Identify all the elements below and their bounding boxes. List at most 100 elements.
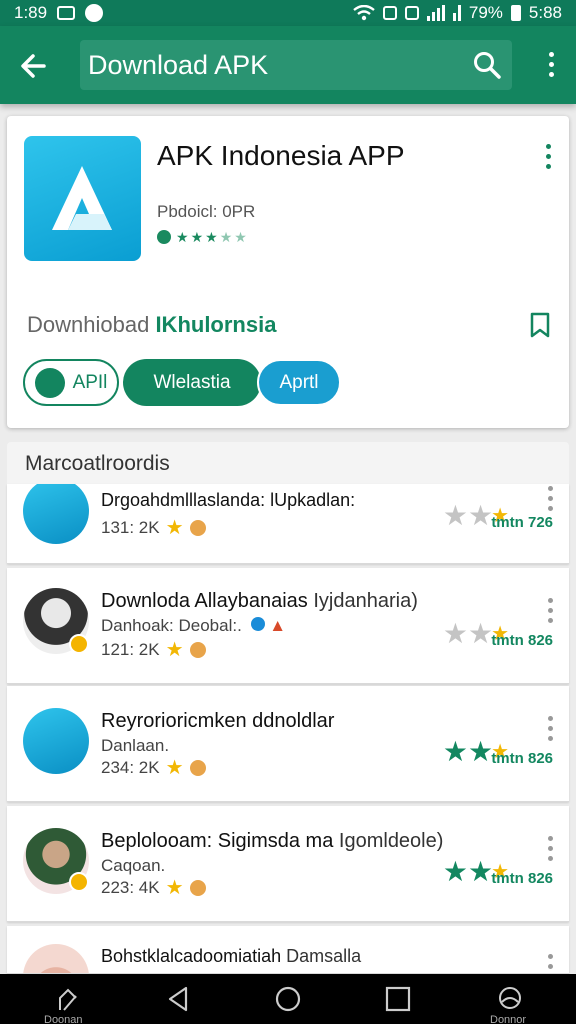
item-title: Beplolooam: Sigimsda ma Igomldeole) [101,830,443,853]
flame-icon: ▲ [269,616,287,635]
signal-icon [426,5,445,21]
badge-icon [69,634,89,654]
badge-icon [69,872,89,892]
photo-notification-icon [57,6,76,20]
star-icon: ★ [165,517,184,539]
item-title-suffix: Iyjdanharia) [313,590,418,612]
item-subtitle: Caqoan. [101,856,166,875]
search-icon[interactable] [472,50,502,80]
list-item[interactable]: Bohstklalcadoomiatiah Damsalla [7,926,569,974]
system-nav-bar: Doonan Donnor [0,974,576,1024]
search-field[interactable]: Download APK [80,40,512,90]
app-card-menu-icon[interactable] [546,144,551,169]
status-clock: 5:88 [528,3,562,22]
apk-chip[interactable]: APIl [23,359,119,406]
nav-left-label: Doonan [44,1014,83,1024]
download-label: Downhiobad IKhulornsia [27,312,276,338]
account-nav-icon[interactable] [490,984,530,1014]
item-score: tmtn 826 [491,870,553,887]
recents-nav-icon[interactable] [378,984,418,1014]
category-chip-label: Wlelastia [153,371,231,393]
list-item[interactable]: Drgoahdmlllaslanda: lUpkadlan: 131: 2K ★… [7,484,569,564]
item-menu-icon[interactable] [548,486,553,511]
item-title: Downloda Allaybanaias Iyjdanharia) [101,590,418,613]
list-item[interactable]: Reyrorioricmken ddnoldlar Danlaan. 234: … [7,686,569,802]
item-meta: 121: 2K ★ [101,640,206,660]
item-title-suffix: Damsalla [286,946,362,966]
item-score: tmtn 826 [491,632,553,649]
item-subtitle: Danhoak: Deobal:. ▲ [101,616,286,636]
item-title-main: Downloda Allaybanaias [101,590,308,612]
download-accent: IKhulornsia [155,312,277,337]
item-menu-icon[interactable] [548,598,553,623]
star-icon: ★ [467,500,494,531]
list-item[interactable]: Downloda Allaybanaias Iyjdanharia) Danho… [7,568,569,684]
item-meta: 131: 2K ★ [101,518,206,538]
star-icon: ★ [234,229,247,245]
star-icon: ★ [442,736,468,767]
item-subtitle-text: Danhoak: Deobal:. [101,616,242,635]
back-nav-icon[interactable] [158,984,198,1014]
star-icon: ★ [442,500,468,531]
star-icon: ★ [165,877,184,899]
star-icon: ★ [205,229,218,245]
star-icon: ★ [442,856,468,887]
app-chip[interactable]: Aprtl [257,359,341,406]
item-menu-icon[interactable] [548,954,553,973]
rating-badge-icon [157,230,171,244]
badge-icon [189,880,206,896]
star-icon: ★ [442,618,468,649]
bookmark-icon[interactable] [527,310,553,340]
app-detail-card: APK Indonesia APP Pbdoicl: 0PR ★ ★ ★ ★ ★… [7,116,569,428]
star-icon: ★ [190,229,204,245]
mute-icon [382,6,397,20]
badge-icon [189,520,206,536]
item-title-main: Bohstklalcadoomiatiah [101,946,282,966]
app-title: APK Indonesia APP [157,140,405,171]
item-stats: 121: 2K [101,640,160,659]
back-arrow-icon[interactable] [14,46,54,86]
badge-icon [189,642,206,658]
badge-icon [189,760,206,776]
star-icon: ★ [165,757,184,779]
item-title-suffix: Igomldeole) [338,830,444,852]
overflow-menu-icon[interactable] [540,52,562,82]
apk-chip-label: APIl [72,371,108,393]
downloads-icon[interactable] [50,984,90,1014]
home-nav-icon[interactable] [268,984,308,1014]
category-chip[interactable]: Wlelastia [123,359,261,406]
app-publisher: Pbdoicl: 0PR [157,202,256,221]
item-stats: 131: 2K [101,518,160,537]
app-bar: Download APK [0,26,576,104]
app-notification-icon [85,4,104,22]
item-score: tmtn 726 [491,514,553,531]
item-meta: 223: 4K ★ [101,878,206,898]
star-icon: ★ [219,229,233,245]
item-menu-icon[interactable] [548,716,553,741]
sync-icon [404,6,419,20]
star-icon: ★ [467,618,494,649]
nav-right-label: Donnor [490,1014,527,1024]
wifi-icon [353,5,375,21]
verified-icon [250,617,265,631]
app-logo-icon [23,708,89,774]
page-title: Download APK [88,50,269,80]
status-time: 1:89 [14,3,48,22]
app-logo-icon [23,484,89,544]
star-icon: ★ [467,856,494,887]
signal-2-icon [452,5,461,21]
section-header: Marcoatlroordis [7,442,569,484]
status-bar: 1:89 79% 5:88 [0,0,576,26]
item-meta: 234: 2K ★ [101,758,206,778]
list-item[interactable]: Beplolooam: Sigimsda ma Igomldeole) Caqo… [7,806,569,922]
item-stats: 234: 2K [101,758,160,777]
app-logo-icon [24,136,141,261]
section-title: Marcoatlroordis [25,452,170,475]
item-menu-icon[interactable] [548,836,553,861]
item-score: tmtn 826 [491,750,553,767]
item-subtitle: Danlaan. [101,736,170,755]
avatar-photo [23,944,89,973]
item-title-main: Beplolooam: Sigimsda ma [101,830,334,852]
apk-chip-icon [34,367,65,398]
battery-icon [510,5,521,21]
